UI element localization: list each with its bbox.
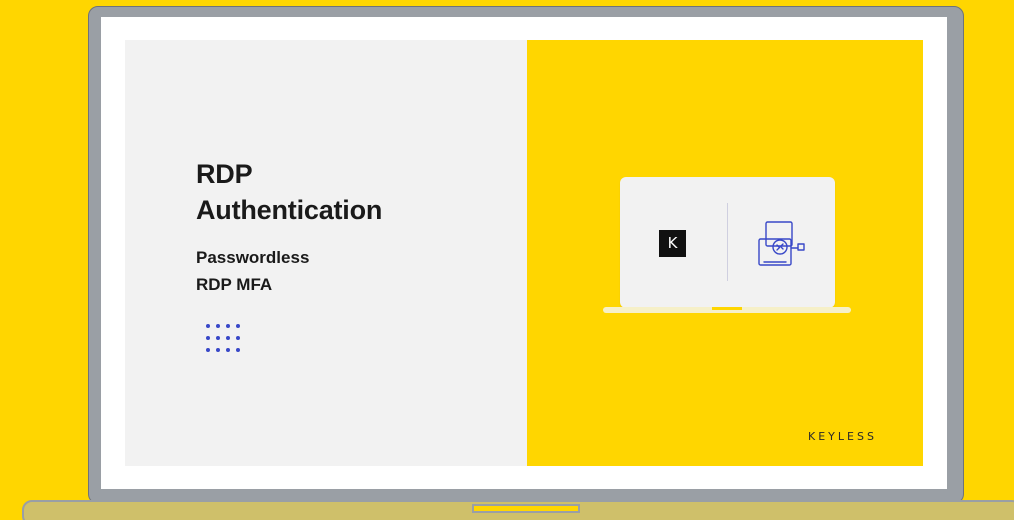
dot bbox=[236, 324, 240, 328]
slide-subtitle-line-1: Passwordless bbox=[196, 248, 310, 267]
slide-subtitle: Passwordless RDP MFA bbox=[196, 244, 496, 298]
slide-title-line-1: RDP bbox=[196, 159, 253, 189]
dot bbox=[226, 336, 230, 340]
dot bbox=[206, 348, 210, 352]
slide-title: RDP Authentication bbox=[196, 156, 496, 228]
laptop-notch bbox=[472, 504, 580, 513]
dot bbox=[236, 348, 240, 352]
slide-subtitle-line-2: RDP MFA bbox=[196, 275, 273, 294]
remote-desktop-icon bbox=[758, 221, 805, 266]
dot bbox=[226, 324, 230, 328]
dot bbox=[206, 324, 210, 328]
dot bbox=[216, 348, 220, 352]
slide-title-line-2: Authentication bbox=[196, 195, 383, 225]
dot-grid-decoration bbox=[206, 324, 244, 358]
keyless-logo-icon: K bbox=[659, 230, 686, 257]
dot bbox=[216, 336, 220, 340]
mini-laptop-notch bbox=[712, 307, 742, 310]
dot bbox=[236, 336, 240, 340]
dot bbox=[216, 324, 220, 328]
dot bbox=[206, 336, 210, 340]
brand-wordmark: KEYLESS bbox=[808, 430, 877, 443]
mini-laptop-divider bbox=[727, 203, 728, 281]
dot bbox=[226, 348, 230, 352]
